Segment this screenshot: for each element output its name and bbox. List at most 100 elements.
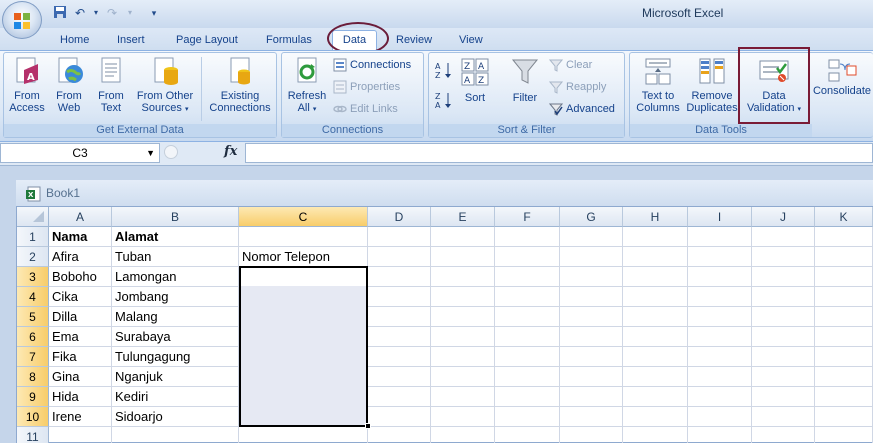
row-header-8[interactable]: 8 bbox=[17, 367, 49, 387]
cell-c5[interactable] bbox=[239, 307, 367, 327]
cell-a1[interactable]: Nama bbox=[49, 227, 112, 247]
cell-b1[interactable]: Alamat bbox=[112, 227, 239, 247]
column-header-h[interactable]: H bbox=[623, 207, 688, 227]
undo-icon[interactable]: ↶ bbox=[72, 5, 88, 21]
cell-b9[interactable]: Kediri bbox=[112, 387, 239, 407]
filter-button[interactable]: Filter bbox=[506, 56, 544, 104]
cell-a3[interactable]: Boboho bbox=[49, 267, 112, 287]
cell-a7[interactable]: Fika bbox=[49, 347, 112, 367]
column-header-i[interactable]: I bbox=[688, 207, 752, 227]
row-header-6[interactable]: 6 bbox=[17, 327, 49, 347]
cell-a9[interactable]: Hida bbox=[49, 387, 112, 407]
cell-c1[interactable] bbox=[239, 227, 367, 247]
sort-button[interactable]: ZAAZ Sort bbox=[458, 56, 492, 104]
from-access-button[interactable]: A From Access bbox=[6, 56, 48, 114]
svg-text:A: A bbox=[435, 101, 441, 110]
cell-b6[interactable]: Surabaya bbox=[112, 327, 239, 347]
row-header-5[interactable]: 5 bbox=[17, 307, 49, 327]
cell-a2[interactable]: Afira bbox=[49, 247, 112, 267]
row-header-1[interactable]: 1 bbox=[17, 227, 49, 247]
cell-b5[interactable]: Malang bbox=[112, 307, 239, 327]
sort-z-to-a-icon[interactable]: ZA bbox=[434, 90, 454, 110]
text-to-columns-button[interactable]: Text to Columns bbox=[632, 56, 684, 114]
redo-icon[interactable]: ↷ bbox=[104, 5, 120, 21]
cell-b3[interactable]: Lamongan bbox=[112, 267, 239, 287]
row-header-3[interactable]: 3 bbox=[17, 267, 49, 287]
tab-formulas[interactable]: Formulas bbox=[266, 31, 312, 49]
cell-b8[interactable]: Nganjuk bbox=[112, 367, 239, 387]
remove-duplicates-button[interactable]: Remove Duplicates bbox=[684, 56, 740, 114]
column-header-g[interactable]: G bbox=[560, 207, 623, 227]
cell-a11[interactable] bbox=[49, 427, 112, 443]
column-header-c[interactable]: C bbox=[239, 207, 368, 227]
consolidate-button[interactable]: Consolidate bbox=[811, 56, 873, 97]
column-header-b[interactable]: B bbox=[112, 207, 239, 227]
from-other-sources-line2: Sources ▾ bbox=[141, 102, 189, 114]
save-icon[interactable] bbox=[52, 5, 68, 21]
properties-button[interactable]: Properties bbox=[333, 79, 400, 95]
svg-text:A: A bbox=[435, 62, 441, 71]
row-header-10[interactable]: 10 bbox=[17, 407, 49, 427]
filter-label: Filter bbox=[512, 92, 538, 104]
cell-c8[interactable] bbox=[239, 367, 367, 387]
tab-home[interactable]: Home bbox=[60, 31, 89, 49]
column-header-a[interactable]: A bbox=[49, 207, 112, 227]
column-header-j[interactable]: J bbox=[752, 207, 815, 227]
edit-links-button[interactable]: Edit Links bbox=[333, 101, 398, 117]
name-box-value: C3 bbox=[72, 146, 88, 160]
from-text-button[interactable]: From Text bbox=[91, 56, 131, 114]
row-header-2[interactable]: 2 bbox=[17, 247, 49, 267]
sort-a-to-z-icon[interactable]: AZ bbox=[434, 60, 454, 80]
name-box-dropdown-icon[interactable]: ▼ bbox=[146, 144, 155, 162]
reapply-button[interactable]: Reapply bbox=[549, 79, 606, 95]
workbook-title: Book1 bbox=[46, 186, 81, 200]
cell-a5[interactable]: Dilla bbox=[49, 307, 112, 327]
cell-b2[interactable]: Tuban bbox=[112, 247, 239, 267]
column-header-e[interactable]: E bbox=[431, 207, 495, 227]
undo-dropdown-icon[interactable]: ▾ bbox=[88, 5, 104, 21]
cell-c11[interactable] bbox=[239, 427, 367, 443]
cell-c3[interactable] bbox=[239, 267, 367, 287]
row-header-4[interactable]: 4 bbox=[17, 287, 49, 307]
cell-b11[interactable] bbox=[112, 427, 239, 443]
office-button[interactable] bbox=[2, 1, 42, 39]
cell-c2[interactable]: Nomor Telepon bbox=[239, 247, 367, 267]
column-header-d[interactable]: D bbox=[368, 207, 431, 227]
row-header-9[interactable]: 9 bbox=[17, 387, 49, 407]
cell-c10[interactable] bbox=[239, 407, 367, 427]
column-header-k[interactable]: K bbox=[815, 207, 873, 227]
cell-c6[interactable] bbox=[239, 327, 367, 347]
cell-b10[interactable]: Sidoarjo bbox=[112, 407, 239, 427]
cell-c9[interactable] bbox=[239, 387, 367, 407]
redo-dropdown-icon[interactable]: ▾ bbox=[122, 5, 138, 21]
app-title: Microsoft Excel bbox=[642, 6, 724, 20]
separator bbox=[201, 57, 202, 121]
from-other-sources-button[interactable]: From Other Sources ▾ bbox=[133, 56, 197, 116]
cell-a6[interactable]: Ema bbox=[49, 327, 112, 347]
row-header-7[interactable]: 7 bbox=[17, 347, 49, 367]
select-all-corner[interactable] bbox=[17, 207, 49, 227]
tab-insert[interactable]: Insert bbox=[117, 31, 145, 49]
cell-a4[interactable]: Cika bbox=[49, 287, 112, 307]
tab-view[interactable]: View bbox=[459, 31, 483, 49]
existing-connections-button[interactable]: Existing Connections bbox=[205, 56, 275, 114]
formula-input[interactable] bbox=[245, 143, 873, 163]
cell-b7[interactable]: Tulungagung bbox=[112, 347, 239, 367]
name-box[interactable]: C3 ▼ bbox=[0, 143, 160, 163]
cell-a8[interactable]: Gina bbox=[49, 367, 112, 387]
clear-button[interactable]: Clear bbox=[549, 57, 592, 73]
cell-c7[interactable] bbox=[239, 347, 367, 367]
from-web-button[interactable]: From Web bbox=[49, 56, 89, 114]
advanced-button[interactable]: Advanced bbox=[549, 101, 615, 117]
cell-a10[interactable]: Irene bbox=[49, 407, 112, 427]
refresh-all-button[interactable]: Refresh All ▾ bbox=[285, 56, 329, 116]
tab-review[interactable]: Review bbox=[396, 31, 432, 49]
tab-page-layout[interactable]: Page Layout bbox=[176, 31, 238, 49]
row-header-11[interactable]: 11 bbox=[17, 427, 49, 443]
customize-qat-icon[interactable]: ▾ bbox=[146, 5, 162, 21]
connections-button[interactable]: Connections bbox=[333, 57, 411, 73]
cell-b4[interactable]: Jombang bbox=[112, 287, 239, 307]
column-header-f[interactable]: F bbox=[495, 207, 560, 227]
cell-c4[interactable] bbox=[239, 287, 367, 307]
insert-function-button[interactable]: fx bbox=[224, 144, 237, 159]
